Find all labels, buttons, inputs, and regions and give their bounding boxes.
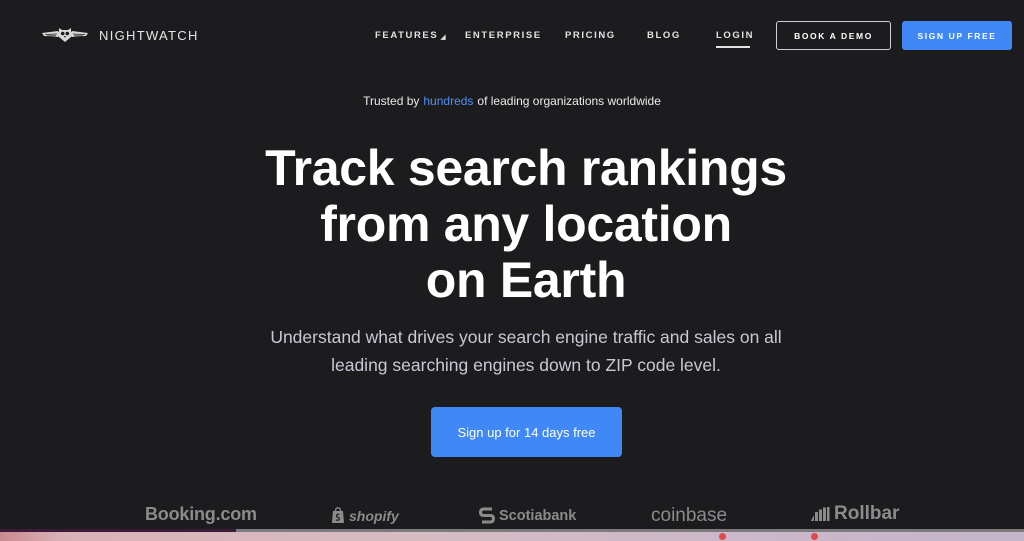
marker-dot — [811, 533, 818, 540]
nav-link-enterprise[interactable]: ENTERPRISE — [465, 30, 542, 41]
hero-headline: Track search rankings from any location … — [0, 140, 1024, 308]
media-preview-strip — [0, 532, 1024, 541]
nav-link-features[interactable]: FEATURES ◢ — [375, 30, 447, 41]
owl-logo-icon — [42, 28, 88, 42]
logo-scotiabank: Scotiabank — [479, 506, 576, 525]
nav-link-blog[interactable]: BLOG — [647, 30, 681, 41]
trusted-suffix: of leading organizations worldwide — [477, 94, 661, 108]
headline-line-3: on Earth — [425, 252, 627, 308]
hero-subheadline: Understand what drives your search engin… — [0, 323, 1024, 379]
trusted-by-text: Trusted by hundreds of leading organizatio… — [0, 94, 1024, 108]
shopping-bag-icon — [332, 507, 344, 523]
marker-dot — [719, 533, 726, 540]
headline-line-1: Track search rankings — [265, 140, 787, 196]
nav-link-pricing[interactable]: PRICING — [565, 30, 616, 41]
subhead-line-1: Understand what drives your search engin… — [270, 327, 782, 347]
sign-up-free-button[interactable]: SIGN UP FREE — [902, 21, 1012, 50]
logo-scotiabank-text: Scotiabank — [499, 507, 577, 524]
logo-booking: Booking.com — [145, 504, 257, 525]
free-trial-cta-button[interactable]: Sign up for 14 days free — [431, 407, 622, 457]
logo-shopify: shopify — [331, 507, 399, 524]
landing-page: NIGHTWATCH FEATURES ◢ ENTERPRISE PRICING … — [0, 0, 1024, 541]
headline-line-2: from any location — [320, 196, 732, 252]
logo-coinbase: coinbase — [651, 505, 727, 527]
subhead-line-2: leading searching engines down to ZIP co… — [331, 355, 721, 375]
trusted-prefix: Trusted by — [363, 94, 420, 108]
book-demo-button[interactable]: BOOK A DEMO — [776, 21, 891, 50]
nav-link-features-label: FEATURES — [375, 30, 439, 41]
customer-logos: Booking.com shopify Scotiabank coinbase — [0, 503, 1024, 529]
logo-rollbar: Rollbar — [810, 503, 899, 525]
bottom-media-strip — [0, 529, 1024, 541]
logo-booking-text: Booking.com — [145, 504, 257, 524]
scotiabank-s-icon — [479, 507, 495, 524]
active-link-underline — [716, 46, 750, 48]
logo-rollbar-text: Rollbar — [834, 503, 900, 524]
logo-text: NIGHTWATCH — [99, 27, 199, 43]
trusted-highlight: hundreds — [423, 94, 474, 108]
dropdown-caret-icon: ◢ — [440, 34, 448, 41]
logo-coinbase-text: coinbase — [651, 505, 728, 526]
brand-logo-link[interactable]: NIGHTWATCH — [41, 26, 199, 44]
nav-link-login[interactable]: LOGIN — [716, 30, 754, 41]
top-navigation: NIGHTWATCH FEATURES ◢ ENTERPRISE PRICING … — [0, 0, 1024, 70]
rollbar-bars-icon — [811, 507, 830, 521]
logo-shopify-text: shopify — [349, 507, 399, 524]
